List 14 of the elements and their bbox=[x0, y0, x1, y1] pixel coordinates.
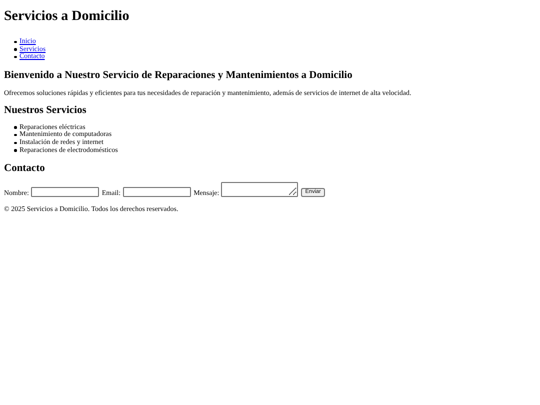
site-title: Servicios a Domicilio bbox=[4, 9, 130, 25]
input-field[interactable] bbox=[122, 187, 191, 198]
message-field[interactable] bbox=[221, 182, 298, 198]
section-heading: Bienvenido a Nuestro Servicio de Reparaciones y Mantenimientos a Domicilio bbox=[4, 70, 354, 81]
bullet-icon bbox=[14, 149, 16, 152]
bullet-icon bbox=[14, 126, 16, 129]
bullet-icon bbox=[14, 48, 16, 51]
bullet-icon bbox=[14, 40, 16, 44]
section-heading: Nuestros Servicios bbox=[4, 104, 88, 116]
bullet-icon bbox=[14, 134, 16, 136]
section-heading: Contacto bbox=[4, 163, 46, 174]
bullet-icon bbox=[14, 56, 16, 58]
input-field[interactable] bbox=[30, 187, 99, 198]
bullet-icon bbox=[14, 142, 16, 144]
